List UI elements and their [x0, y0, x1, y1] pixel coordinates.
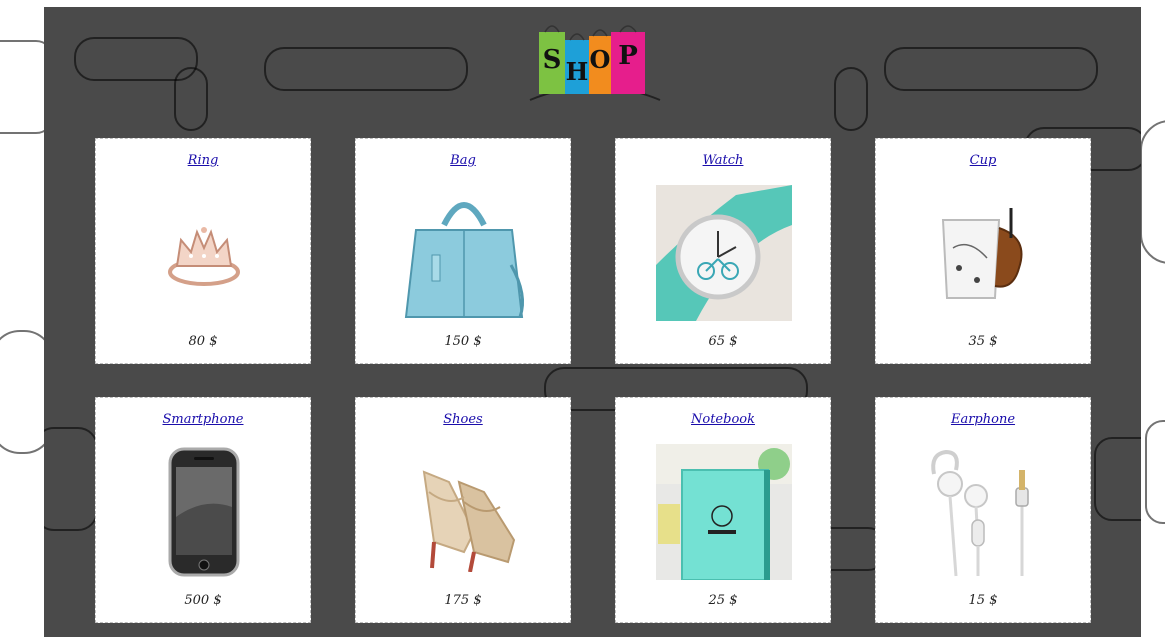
product-price: 25 $ [708, 593, 738, 608]
product-card-shoes: Shoes 175 $ [355, 397, 571, 623]
doodle-shape [1094, 437, 1141, 521]
svg-text:S: S [543, 45, 562, 75]
product-link-ring[interactable]: Ring [96, 153, 310, 168]
doodle-shape [264, 47, 468, 91]
product-link-earphone[interactable]: Earphone [876, 412, 1090, 427]
doodle-shape [1145, 420, 1165, 524]
product-link-shoes[interactable]: Shoes [356, 412, 570, 427]
product-link-bag[interactable]: Bag [356, 153, 570, 168]
doodle-shape [1140, 120, 1165, 264]
svg-text:H: H [566, 57, 589, 86]
product-card-cup: Cup 35 $ [875, 138, 1091, 364]
product-card-bag: Bag 150 $ [355, 138, 571, 364]
product-link-notebook[interactable]: Notebook [616, 412, 830, 427]
bag-icon [396, 185, 532, 321]
watch-icon [656, 185, 792, 321]
shoes-icon [396, 444, 532, 580]
product-link-watch[interactable]: Watch [616, 153, 830, 168]
smartphone-icon [136, 444, 272, 580]
doodle-shape [44, 427, 98, 531]
product-card-notebook: Notebook 25 $ [615, 397, 831, 623]
product-card-watch: Watch 65 $ [615, 138, 831, 364]
cup-icon [916, 185, 1052, 321]
product-price: 35 $ [968, 334, 998, 349]
product-link-cup[interactable]: Cup [876, 153, 1090, 168]
svg-text:O: O [590, 45, 611, 74]
product-price: 175 $ [444, 593, 482, 608]
doodle-shape [834, 67, 868, 131]
shop-logo: S H O P [529, 25, 661, 101]
product-card-earphone: Earphone 15 $ [875, 397, 1091, 623]
notebook-icon [656, 444, 792, 580]
product-link-smartphone[interactable]: Smartphone [96, 412, 310, 427]
product-price: 15 $ [968, 593, 998, 608]
ring-icon [136, 185, 272, 321]
svg-text:P: P [618, 41, 638, 71]
product-card-smartphone: Smartphone 500 $ [95, 397, 311, 623]
doodle-shape [884, 47, 1098, 91]
earphone-icon [916, 444, 1052, 580]
product-price: 65 $ [708, 334, 738, 349]
doodle-shape [174, 67, 208, 131]
product-price: 500 $ [184, 593, 222, 608]
product-price: 150 $ [444, 334, 482, 349]
product-price: 80 $ [188, 334, 218, 349]
product-card-ring: Ring 80 $ [95, 138, 311, 364]
